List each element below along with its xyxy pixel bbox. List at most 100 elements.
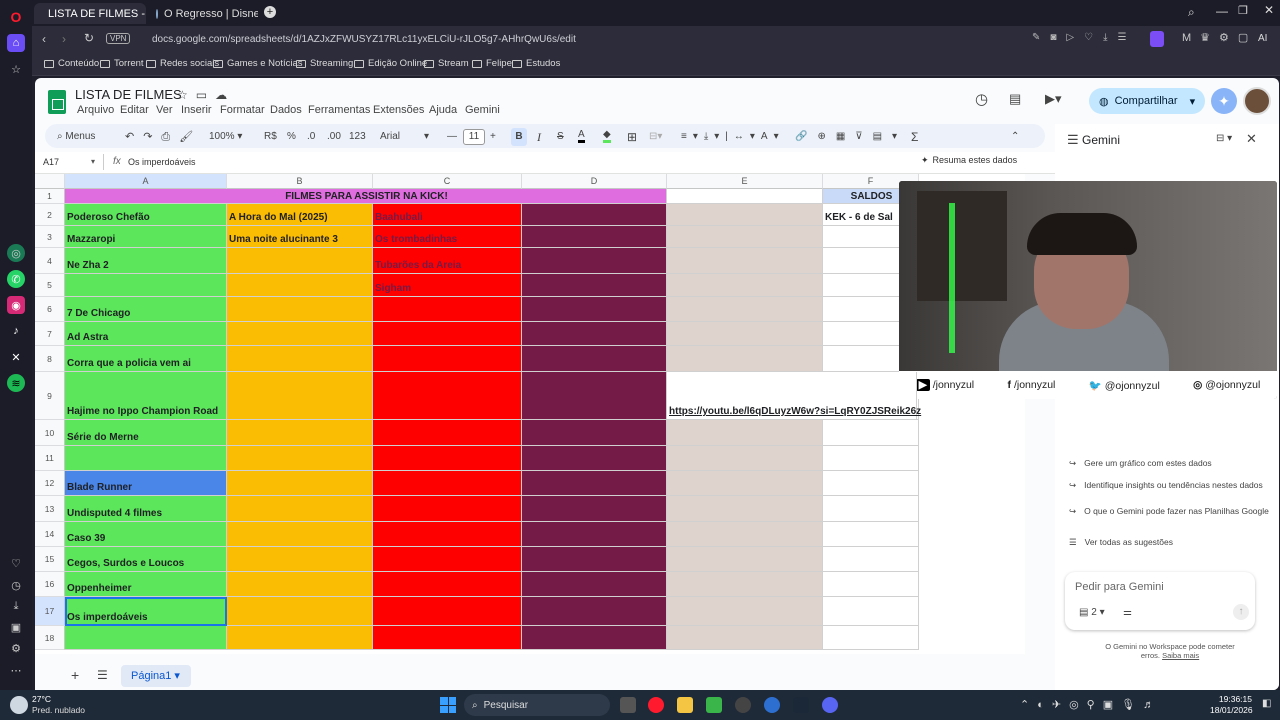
row-header[interactable]: 18 [35, 626, 65, 650]
cell-c9[interactable] [373, 372, 522, 420]
cell-e3[interactable] [667, 226, 823, 248]
cell-d10[interactable] [522, 420, 667, 446]
cell-a10[interactable]: Série do Merne [65, 420, 227, 446]
cell-a8[interactable]: Corra que a policia vem ai [65, 346, 227, 372]
cell-b9[interactable] [227, 372, 373, 420]
menu-ver[interactable]: Ver [156, 104, 173, 116]
opera-logo-icon[interactable]: O [7, 8, 25, 26]
new-tab-button[interactable]: + [264, 6, 276, 18]
search-tabs-icon[interactable]: ⌕ [1188, 5, 1195, 20]
column-header-a[interactable]: A [65, 174, 227, 189]
bookmark-edicao-online[interactable]: Edição Online [354, 58, 427, 69]
cell-b2[interactable]: A Hora do Mal (2025) [227, 204, 373, 226]
selected-cell-a17[interactable]: Os imperdoáveis [65, 597, 227, 626]
cell-d13[interactable] [522, 496, 667, 522]
cell-c6[interactable] [373, 297, 522, 322]
row-header[interactable]: 17 [35, 597, 65, 626]
add-sheet-button[interactable]: + [71, 667, 79, 683]
cell-d16[interactable] [522, 572, 667, 597]
cell-f15[interactable] [823, 547, 919, 572]
cell-e1[interactable] [667, 189, 823, 204]
row-header[interactable]: 14 [35, 522, 65, 547]
cell-d11[interactable] [522, 446, 667, 471]
cell-b5[interactable] [227, 274, 373, 297]
spotify-icon[interactable]: ≋ [7, 374, 25, 392]
cell-a16[interactable]: Oppenheimer [65, 572, 227, 597]
menu-inserir[interactable]: Inserir [181, 104, 212, 116]
increase-decimal-button[interactable]: .00 [327, 128, 341, 146]
formula-input[interactable]: Os imperdoáveis [128, 157, 196, 167]
ai-button[interactable]: AI [1258, 33, 1267, 44]
cell-d8[interactable] [522, 346, 667, 372]
cell-c16[interactable] [373, 572, 522, 597]
bookmark-redes-sociais[interactable]: Redes sociais [146, 58, 219, 69]
cell-d18[interactable] [522, 626, 667, 650]
column-header-d[interactable]: D [522, 174, 667, 189]
cell-e2[interactable] [667, 204, 823, 226]
close-window-button[interactable]: ✕ [1264, 3, 1274, 17]
cell-a13[interactable]: Undisputed 4 filmes [65, 496, 227, 522]
menu-arquivo[interactable]: Arquivo [77, 104, 114, 116]
cell-d3[interactable] [522, 226, 667, 248]
cell-f10[interactable] [823, 420, 919, 446]
cell-b13[interactable] [227, 496, 373, 522]
download-icon[interactable]: ⤓ [7, 597, 25, 615]
cell-c8[interactable] [373, 346, 522, 372]
cell-f17[interactable] [823, 597, 919, 626]
forward-icon[interactable]: › [62, 32, 66, 46]
functions-button[interactable]: Σ [911, 128, 918, 146]
text-color-button[interactable]: A [578, 128, 585, 143]
extension-icons[interactable]: M♛⚙▢ [1182, 31, 1257, 44]
font-size-increase[interactable]: + [490, 128, 496, 146]
bookmark-conteudo[interactable]: Conteúdo [44, 58, 99, 69]
row-header[interactable]: 13 [35, 496, 65, 522]
cell-d14[interactable] [522, 522, 667, 547]
italic-button[interactable]: I [537, 128, 541, 146]
cell-e8[interactable] [667, 346, 823, 372]
back-icon[interactable]: ‹ [42, 32, 46, 46]
cell-c2[interactable]: Baahubali [373, 204, 522, 226]
row-header[interactable]: 6 [35, 297, 65, 322]
taskbar-search[interactable]: ⌕ Pesquisar [464, 694, 610, 716]
attachments-button[interactable]: ▤ 2 ▾ [1079, 607, 1105, 618]
bookmark-estudos[interactable]: Estudos [512, 58, 560, 69]
cell-e10[interactable] [667, 420, 823, 446]
learn-more-link[interactable]: Saiba mais [1162, 651, 1199, 660]
cell-a11[interactable] [65, 446, 227, 471]
address-actions[interactable]: ✎◙▷♡⤓☰ [1032, 32, 1136, 43]
borders-icon[interactable]: ⊞ [627, 128, 637, 146]
heart-icon[interactable]: ♡ [7, 554, 25, 572]
row-header[interactable]: 15 [35, 547, 65, 572]
discord-icon[interactable] [822, 697, 838, 713]
row-header[interactable]: 11 [35, 446, 65, 471]
document-title[interactable]: LISTA DE FILMES [75, 87, 182, 102]
merge-cells-icon[interactable]: ⊟▾ [649, 128, 662, 146]
cell-c15[interactable] [373, 547, 522, 572]
cell-b14[interactable] [227, 522, 373, 547]
title-actions[interactable]: ☆▭☁ [177, 88, 235, 102]
version-history-icon[interactable]: ◷ [975, 90, 988, 108]
cell-b11[interactable] [227, 446, 373, 471]
file-explorer-icon[interactable] [677, 697, 693, 713]
cell-b8[interactable] [227, 346, 373, 372]
row-header[interactable]: 4 [35, 248, 65, 274]
menu-editar[interactable]: Editar [120, 104, 149, 116]
cell-e15[interactable] [667, 547, 823, 572]
search-menus-button[interactable]: ⌕ Menus [57, 128, 95, 146]
cell-c10[interactable] [373, 420, 522, 446]
url-field[interactable]: docs.google.com/spreadsheets/d/1AZJxZFWU… [152, 31, 1032, 49]
column-header-e[interactable]: E [667, 174, 823, 189]
menu-dados[interactable]: Dados [270, 104, 302, 116]
cell-d4[interactable] [522, 248, 667, 274]
column-header-c[interactable]: C [373, 174, 522, 189]
system-tray-icons[interactable]: ⌃◐✈◎⚲▣🎙♬ [1020, 698, 1162, 711]
row-header[interactable]: 2 [35, 204, 65, 226]
number-format-button[interactable]: 123 [349, 128, 366, 146]
chatgpt-icon[interactable]: ◎ [7, 244, 25, 262]
cell-f18[interactable] [823, 626, 919, 650]
cell-b15[interactable] [227, 547, 373, 572]
cell-c11[interactable] [373, 446, 522, 471]
row-header[interactable]: 12 [35, 471, 65, 496]
bookmark-streaming[interactable]: Streaming [296, 58, 353, 69]
row-header[interactable]: 16 [35, 572, 65, 597]
